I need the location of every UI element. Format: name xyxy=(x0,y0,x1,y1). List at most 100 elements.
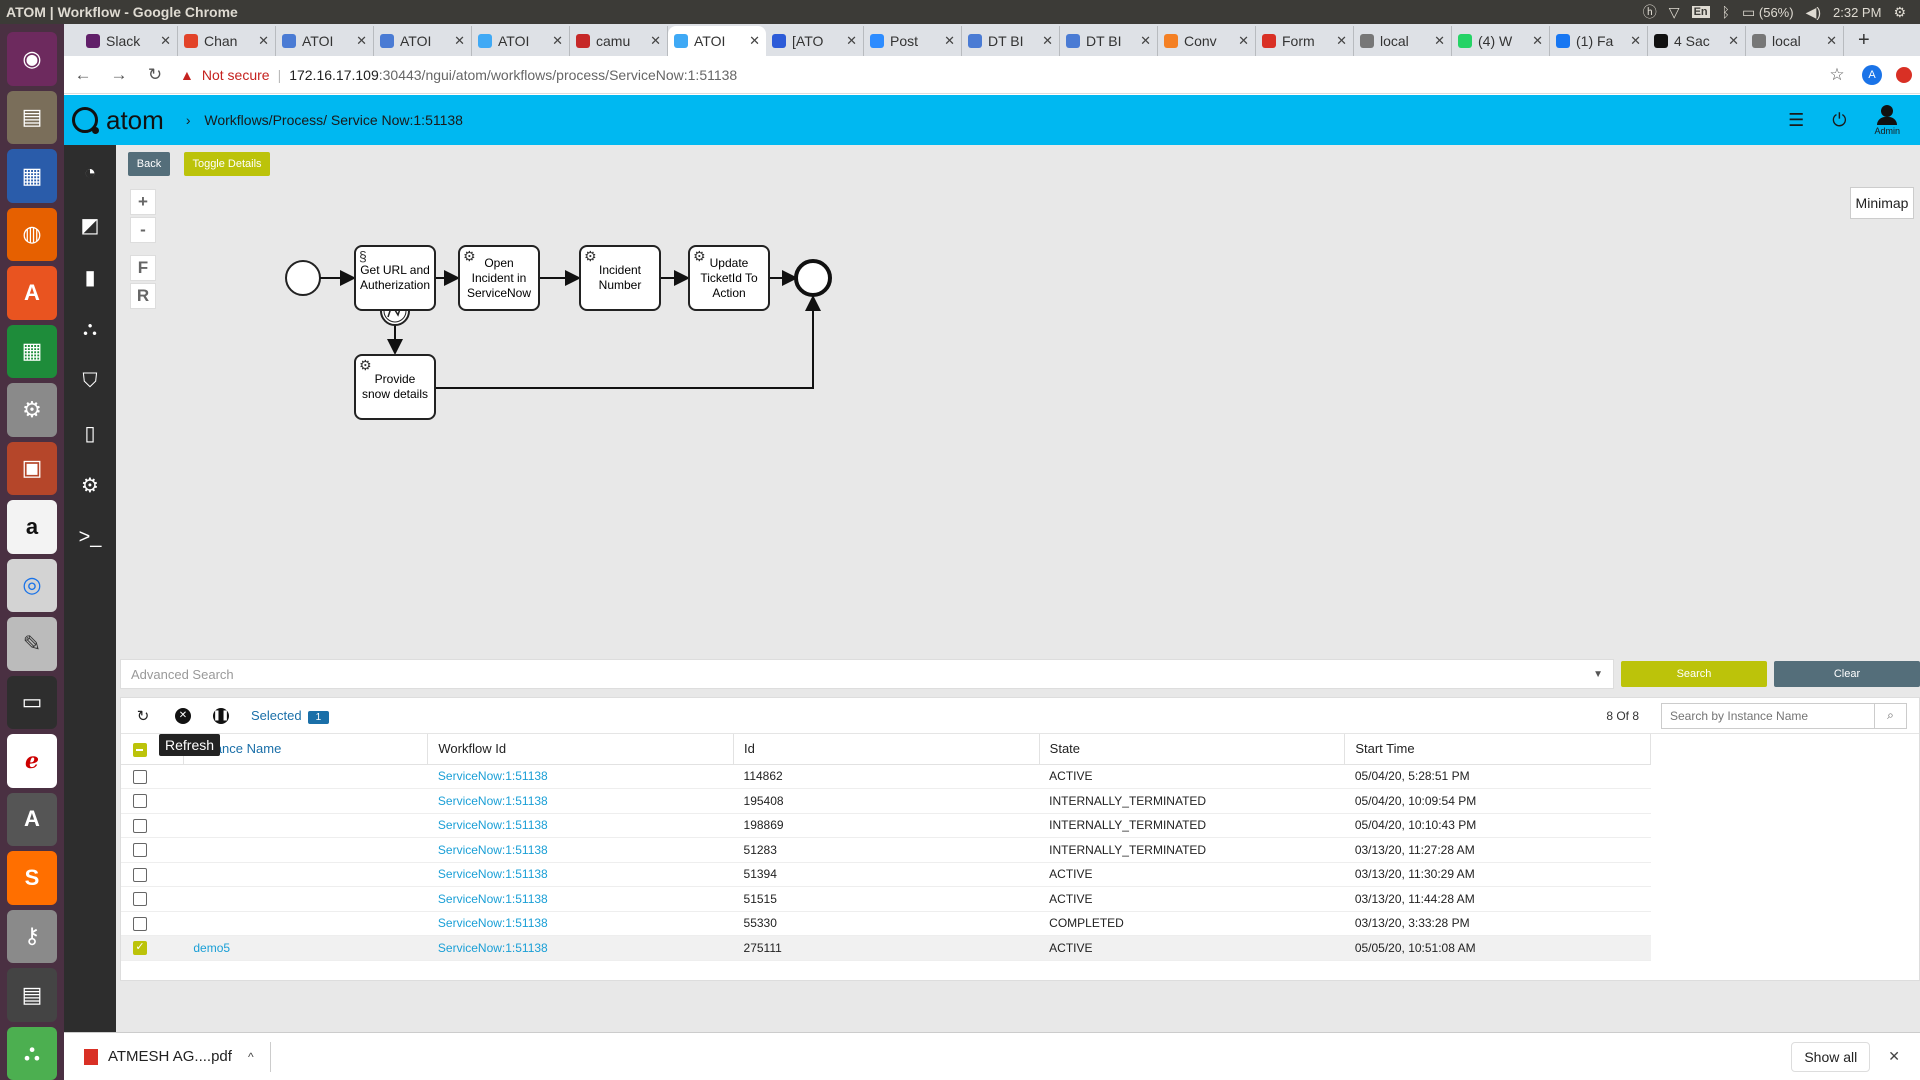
instance-name-cell[interactable] xyxy=(183,862,428,887)
keys-icon[interactable]: ⚷ xyxy=(7,909,57,963)
bluetooth-icon[interactable]: ᛒ xyxy=(1722,4,1730,20)
caret-down-icon[interactable]: ▼ xyxy=(1593,669,1603,680)
tab-close-icon[interactable]: ✕ xyxy=(1434,33,1445,49)
instance-name-cell[interactable] xyxy=(183,911,428,936)
tab-close-icon[interactable]: ✕ xyxy=(1728,33,1739,49)
bookmark-star-icon[interactable]: ☆ xyxy=(1826,65,1848,85)
row-checkbox[interactable] xyxy=(133,867,147,882)
instance-name-cell[interactable] xyxy=(183,813,428,838)
tab-close-icon[interactable]: ✕ xyxy=(650,33,661,49)
pause-icon[interactable]: ❚❚ xyxy=(213,707,229,724)
task-get-url[interactable]: § Get URL and Autherization xyxy=(354,245,436,311)
tab-close-icon[interactable]: ✕ xyxy=(1826,33,1837,49)
sublime-icon[interactable]: S xyxy=(7,851,57,905)
forward-arrow-icon[interactable]: → xyxy=(108,65,130,85)
table-row[interactable]: ServiceNow:1:51138 198869 INTERNALLY_TERMI… xyxy=(121,813,1651,838)
browser-tab[interactable]: 4 Sac ✕ xyxy=(1648,26,1746,56)
tab-close-icon[interactable]: ✕ xyxy=(846,33,857,49)
admin-user-menu[interactable]: Admin xyxy=(1874,104,1900,136)
url-field[interactable]: ▲ Not secure | 172.16.17.109:30443/ngui/… xyxy=(180,67,1812,83)
workflow-id-link[interactable]: ServiceNow:1:51138 xyxy=(427,911,734,936)
task-incident-number[interactable]: ⚙ Incident Number xyxy=(579,245,661,311)
tab-close-icon[interactable]: ✕ xyxy=(258,33,269,49)
terminate-icon[interactable]: ✕ xyxy=(175,707,191,724)
text-editor-icon[interactable]: ✎ xyxy=(7,617,57,671)
browser-tab[interactable]: (4) W ✕ xyxy=(1452,26,1550,56)
browser-tab[interactable]: local ✕ xyxy=(1746,26,1844,56)
tab-close-icon[interactable]: ✕ xyxy=(944,33,955,49)
language-indicator[interactable]: En xyxy=(1691,6,1710,18)
tab-close-icon[interactable]: ✕ xyxy=(1336,33,1347,49)
end-event[interactable] xyxy=(794,259,832,297)
tab-close-icon[interactable]: ✕ xyxy=(356,33,367,49)
profile-avatar[interactable]: A xyxy=(1862,64,1882,85)
close-icon[interactable]: ✕ xyxy=(1888,1048,1900,1065)
browser-tab[interactable]: local ✕ xyxy=(1354,26,1452,56)
browser-tab[interactable]: ATOI ✕ xyxy=(374,26,472,56)
power-icon[interactable]: ⏻ xyxy=(1832,110,1846,131)
tab-close-icon[interactable]: ✕ xyxy=(1630,33,1641,49)
select-all-checkbox[interactable] xyxy=(133,742,147,757)
impress-icon[interactable]: ▣ xyxy=(7,441,57,495)
minimap-button[interactable]: Minimap xyxy=(1850,187,1914,219)
refresh-icon[interactable]: ↻ xyxy=(133,707,153,725)
browser-tab[interactable]: DT BI ✕ xyxy=(1060,26,1158,56)
list-menu-icon[interactable]: ☰ xyxy=(1788,110,1804,131)
col-start-time[interactable]: Start Time xyxy=(1344,734,1651,765)
calc-icon[interactable]: ▦ xyxy=(7,324,57,378)
workflow-id-link[interactable]: ServiceNow:1:51138 xyxy=(427,837,734,863)
task-update-ticketid[interactable]: ⚙ Update TicketId To Action xyxy=(688,245,770,311)
extension-icon[interactable] xyxy=(1896,66,1912,83)
row-checkbox[interactable] xyxy=(133,892,147,907)
browser-tab[interactable]: camu ✕ xyxy=(570,26,668,56)
dashboard-icon[interactable]: ◔ xyxy=(75,157,105,189)
table-row[interactable]: ServiceNow:1:51138 114862 ACTIVE 05/04/20, … xyxy=(121,764,1651,789)
table-row[interactable]: ServiceNow:1:51138 51515 ACTIVE 03/13/20, 1… xyxy=(121,886,1651,912)
task-provide-snow-details[interactable]: ⚙ Provide snow details xyxy=(354,354,436,420)
tab-close-icon[interactable]: ✕ xyxy=(1238,33,1249,49)
security-shield-icon[interactable]: ⛉ xyxy=(75,365,105,397)
reports-bar-icon[interactable]: ▮ xyxy=(75,261,105,293)
tab-close-icon[interactable]: ✕ xyxy=(749,33,760,49)
files-icon[interactable]: ▤ xyxy=(7,90,57,144)
col-workflow-id[interactable]: Workflow Id xyxy=(427,734,735,765)
video-editor-icon[interactable]: ▤ xyxy=(7,968,57,1022)
tab-close-icon[interactable]: ✕ xyxy=(1042,33,1053,49)
row-checkbox[interactable] xyxy=(133,769,147,784)
workflow-id-link[interactable]: ServiceNow:1:51138 xyxy=(427,764,734,789)
instance-name-cell[interactable] xyxy=(183,788,428,814)
terminal-prompt-icon[interactable]: >_ xyxy=(75,521,105,553)
back-arrow-icon[interactable]: ← xyxy=(72,65,94,85)
table-row[interactable]: ServiceNow:1:51138 51283 INTERNALLY_TERMIN… xyxy=(121,837,1651,863)
table-row[interactable]: ✓ demo5 ServiceNow:1:51138 275111 ACTIVE 05/0… xyxy=(121,935,1651,961)
browser-tab[interactable]: (1) Fa ✕ xyxy=(1550,26,1648,56)
col-state[interactable]: State xyxy=(1039,734,1346,765)
topology-icon[interactable]: ⛬ xyxy=(75,313,105,345)
download-filename[interactable]: ATMESH AG....pdf xyxy=(108,1048,232,1065)
workflow-id-link[interactable]: ServiceNow:1:51138 xyxy=(427,935,734,961)
new-tab-button[interactable]: + xyxy=(1844,29,1884,56)
workflow-id-link[interactable]: ServiceNow:1:51138 xyxy=(427,886,734,912)
browser-tab[interactable]: Form ✕ xyxy=(1256,26,1354,56)
row-checkbox[interactable] xyxy=(133,818,147,833)
tab-close-icon[interactable]: ✕ xyxy=(160,33,171,49)
browser-tab[interactable]: ATOI ✕ xyxy=(472,26,570,56)
table-row[interactable]: ServiceNow:1:51138 55330 COMPLETED 03/13/20… xyxy=(121,911,1651,936)
tab-close-icon[interactable]: ✕ xyxy=(552,33,563,49)
table-row[interactable]: ServiceNow:1:51138 195408 INTERNALLY_TERMI… xyxy=(121,788,1651,814)
settings-gear-icon[interactable]: ⚙ xyxy=(75,469,105,501)
tab-close-icon[interactable]: ✕ xyxy=(454,33,465,49)
instance-name-cell[interactable]: demo5 xyxy=(183,935,428,961)
col-id[interactable]: Id xyxy=(733,734,1040,765)
firefox-icon[interactable]: ◍ xyxy=(7,207,57,261)
row-checkbox[interactable]: ✓ xyxy=(133,941,147,956)
clear-button[interactable]: Clear xyxy=(1774,661,1920,687)
browser-tab[interactable]: Slack ✕ xyxy=(80,26,178,56)
browser-tab[interactable]: Conv ✕ xyxy=(1158,26,1256,56)
start-event[interactable] xyxy=(285,260,321,296)
col-instance-name[interactable]: Instance Name xyxy=(183,734,429,765)
instance-search-input[interactable] xyxy=(1662,703,1874,728)
table-row[interactable]: ServiceNow:1:51138 51394 ACTIVE 03/13/20, 1… xyxy=(121,862,1651,887)
browser-tab[interactable]: [ATO ✕ xyxy=(766,26,864,56)
wifi-icon[interactable]: ▽ xyxy=(1669,4,1680,21)
